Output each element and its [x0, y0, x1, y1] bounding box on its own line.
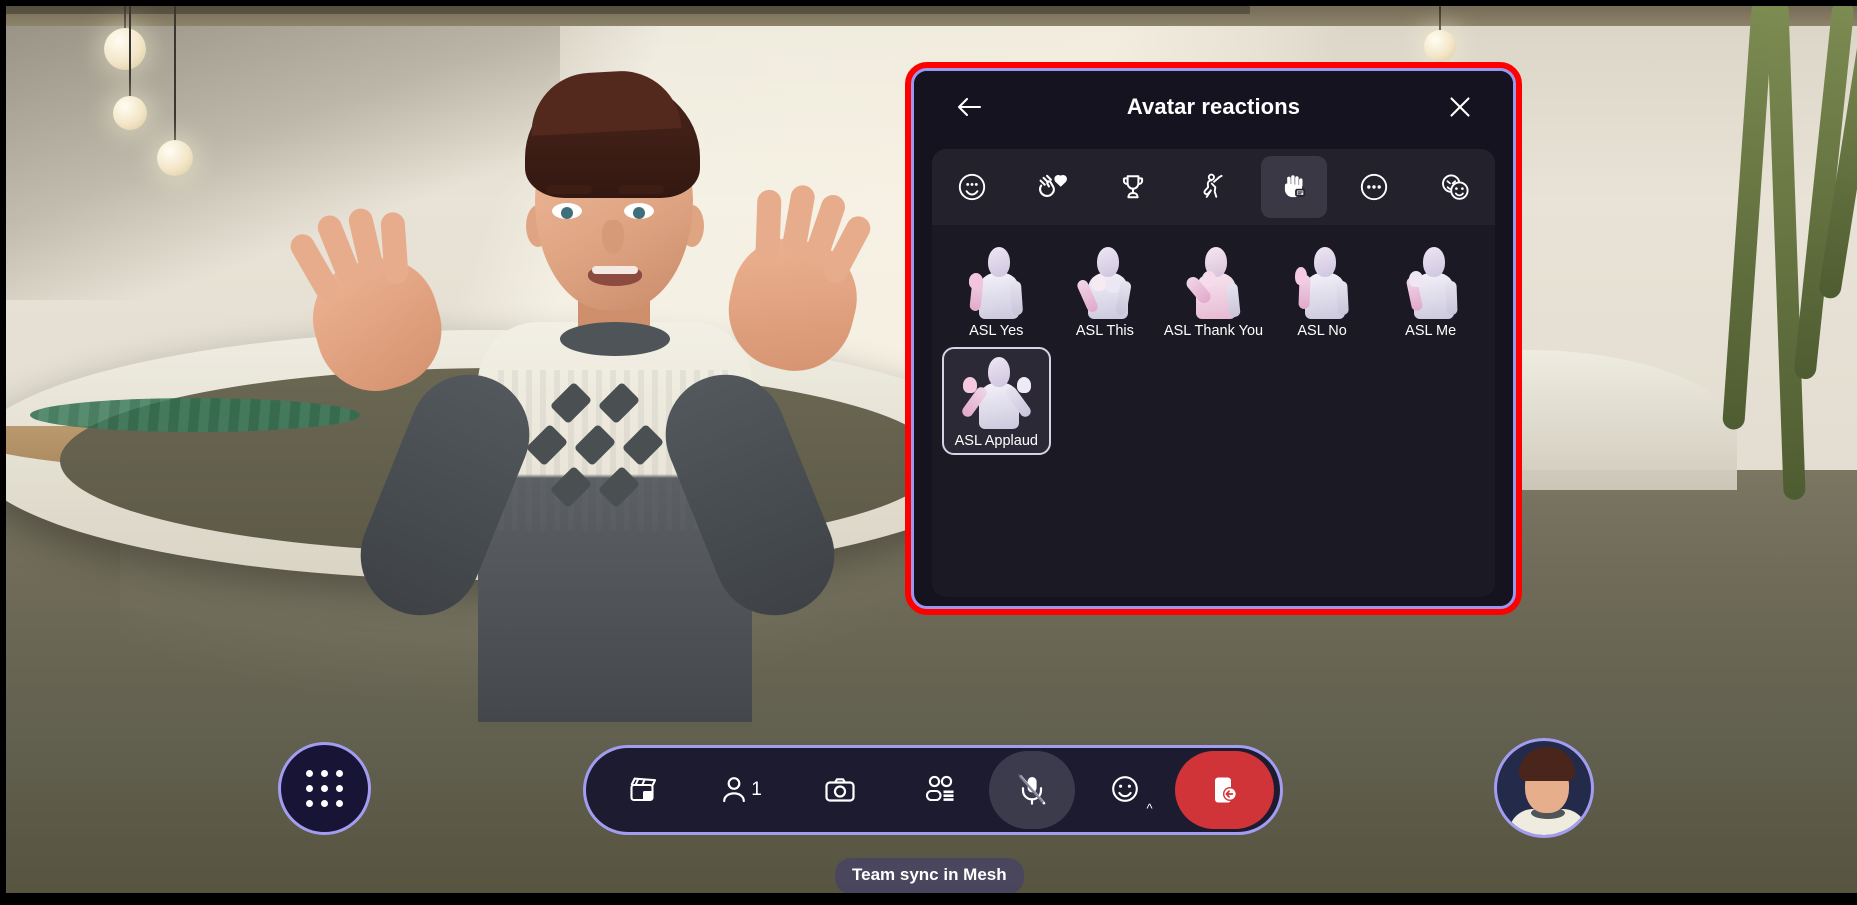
immersive-view-button[interactable]	[592, 751, 691, 829]
tab-celebrate[interactable]	[1100, 156, 1166, 218]
reaction-item-asl-me[interactable]: ASL Me	[1376, 239, 1485, 345]
avatar-pose-me	[1396, 245, 1466, 319]
raised-hand-icon	[1284, 175, 1305, 198]
meeting-toolbar: 1 ^	[583, 745, 1283, 835]
reactions-button[interactable]: ^	[1075, 751, 1174, 829]
avatar-pose-applaud	[960, 355, 1034, 429]
avatar-reactions-dialog: Avatar reactions ASL Yes ASL This ASL Th…	[905, 62, 1522, 615]
tab-dance[interactable]	[1180, 156, 1246, 218]
close-icon	[1450, 97, 1470, 117]
gallery-view-icon	[925, 775, 954, 802]
grid-apps-icon	[306, 770, 343, 807]
reaction-label: ASL Applaud	[954, 433, 1038, 449]
reaction-thumbnail	[957, 243, 1035, 319]
reaction-thumbnail	[957, 353, 1035, 429]
table-decor-strip	[30, 398, 360, 432]
dialog-header: Avatar reactions	[914, 71, 1513, 143]
tab-sign-language[interactable]	[1260, 156, 1327, 218]
back-button[interactable]	[952, 90, 986, 124]
camera-icon	[825, 778, 855, 802]
avatar-pose-yes	[961, 245, 1031, 319]
clapperboard-icon	[630, 777, 656, 802]
more-horizontal-icon	[1361, 173, 1388, 201]
avatar-pose-this	[1070, 245, 1140, 319]
clap-heart-icon	[1038, 174, 1067, 197]
close-button[interactable]	[1443, 90, 1477, 124]
reactions-grid: ASL Yes ASL This ASL Thank You ASL No AS…	[942, 239, 1485, 455]
reaction-thumbnail	[1066, 243, 1144, 319]
reaction-thumbnail	[1392, 243, 1470, 319]
reaction-item-asl-no[interactable]: ASL No	[1268, 239, 1377, 345]
reaction-thumbnail	[1174, 243, 1252, 319]
tab-more[interactable]	[1341, 156, 1407, 218]
reaction-label: ASL Me	[1405, 323, 1457, 339]
avatar-pose-no	[1287, 245, 1357, 319]
leave-door-icon	[1215, 777, 1238, 803]
reaction-category-tabs	[932, 149, 1495, 225]
reaction-item-asl-applaud[interactable]: ASL Applaud	[942, 347, 1051, 455]
reaction-label: ASL Thank You	[1163, 323, 1264, 339]
tab-emoji[interactable]	[939, 156, 1005, 218]
tab-applause[interactable]	[1020, 156, 1086, 218]
reaction-item-asl-this[interactable]: ASL This	[1051, 239, 1160, 345]
participants-button[interactable]: 1	[691, 751, 790, 829]
reactions-grid-container: ASL Yes ASL This ASL Thank You ASL No AS…	[932, 225, 1495, 597]
tab-custom-reactions[interactable]	[1422, 156, 1488, 218]
mic-off-icon	[1018, 773, 1046, 805]
chevron-up-icon: ^	[1146, 801, 1153, 816]
dialog-title: Avatar reactions	[1126, 94, 1301, 119]
reaction-item-asl-thank-you[interactable]: ASL Thank You	[1159, 239, 1268, 345]
avatar-character	[286, 68, 890, 730]
microphone-button[interactable]	[989, 751, 1076, 829]
camera-button[interactable]	[791, 751, 890, 829]
leave-meeting-button[interactable]	[1174, 751, 1274, 829]
participant-count: 1	[751, 779, 762, 800]
view-layout-button[interactable]	[890, 751, 989, 829]
avatar-pose-thankyou	[1178, 245, 1248, 319]
double-emoji-icon	[1441, 174, 1469, 200]
arrow-left-icon	[957, 97, 982, 117]
self-avatar-thumbnail[interactable]	[1494, 738, 1594, 838]
screen-bezel-top	[0, 0, 1857, 6]
reaction-label: ASL This	[1075, 323, 1134, 339]
reaction-item-asl-yes[interactable]: ASL Yes	[942, 239, 1051, 345]
reaction-label: ASL No	[1297, 323, 1347, 339]
meeting-title-label: Team sync in Mesh	[835, 858, 1024, 894]
smiley-chevron-icon	[1112, 776, 1138, 802]
smiley-icon	[959, 173, 986, 201]
reaction-thumbnail	[1283, 243, 1361, 319]
trophy-icon	[1122, 175, 1144, 199]
screen-bezel-left	[0, 0, 6, 905]
dialog-inner-surface: Avatar reactions ASL Yes ASL This ASL Th…	[911, 68, 1516, 609]
apps-grid-button[interactable]	[278, 742, 371, 835]
dancing-person-icon	[1203, 173, 1224, 198]
reaction-label: ASL Yes	[969, 323, 1024, 339]
person-icon	[723, 777, 746, 803]
potted-plant	[1717, 0, 1857, 560]
screen-bezel-bottom	[0, 893, 1857, 905]
